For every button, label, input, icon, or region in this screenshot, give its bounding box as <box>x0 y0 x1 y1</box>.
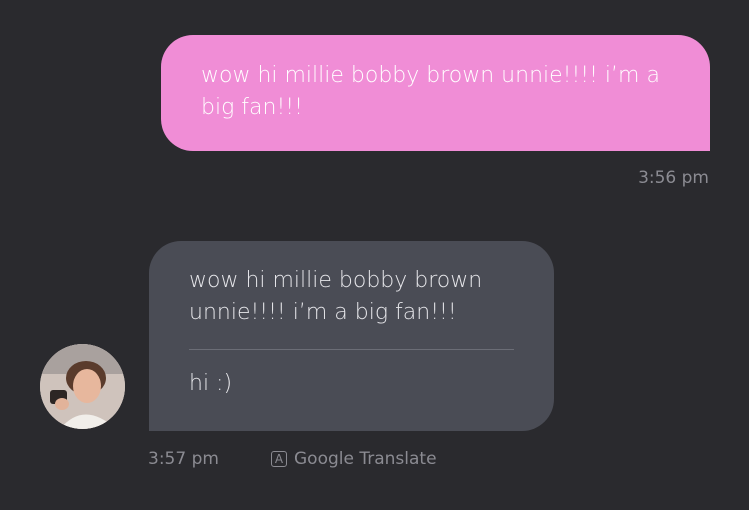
received-message-time: 3:57 pm <box>148 449 219 469</box>
avatar-photo <box>40 344 125 429</box>
google-translate-button[interactable]: A Google Translate <box>271 449 437 469</box>
received-message-bubble[interactable]: wow hi millie bobby brown unnie!!!! i’m … <box>149 241 554 431</box>
received-message-original: wow hi millie bobby brown unnie!!!! i’m … <box>189 268 483 325</box>
sent-message-time: 3:56 pm <box>638 168 709 188</box>
google-translate-label: Google Translate <box>294 449 437 469</box>
translate-icon: A <box>271 451 287 467</box>
received-message-translation: hi :) <box>189 371 233 396</box>
contact-avatar[interactable] <box>40 344 125 429</box>
translation-divider <box>189 349 514 350</box>
sent-message-bubble[interactable]: wow hi millie bobby brown unnie!!!! i’m … <box>161 35 710 151</box>
sent-message-text: wow hi millie bobby brown unnie!!!! i’m … <box>201 63 660 120</box>
